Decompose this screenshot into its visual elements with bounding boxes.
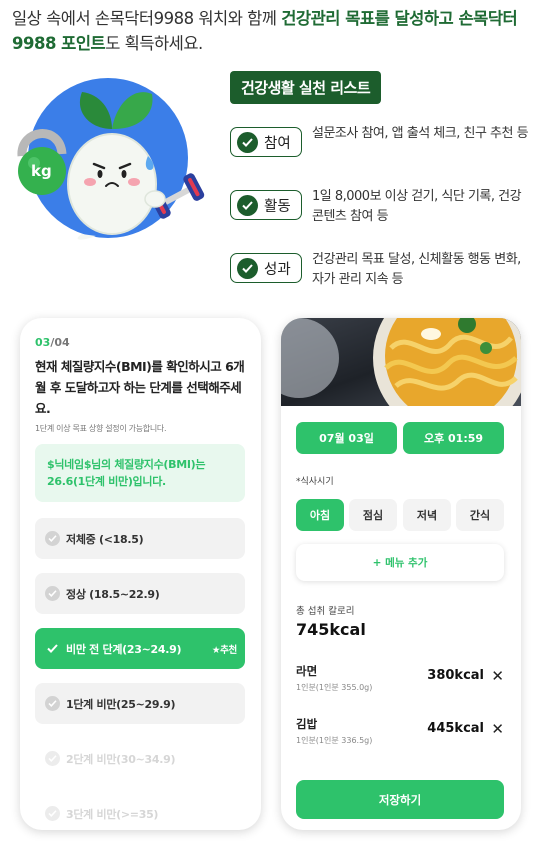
practice-description: 1일 8,000보 이상 걷기, 식단 기록, 건강 콘텐츠 참여 등 [312, 189, 522, 224]
remove-food-icon[interactable]: ✕ [491, 720, 504, 738]
bmi-goal-screen: 03/04 현재 체질량지수(BMI)를 확인하시고 6개월 후 도달하고자 하… [20, 318, 261, 830]
check-icon [45, 806, 60, 821]
check-icon [237, 131, 258, 153]
step-current: 03 [35, 336, 51, 349]
bmi-option-label: 저체중 (<18.5) [66, 532, 144, 546]
bmi-option-label: 1단계 비만(25~29.9) [66, 697, 176, 711]
check-icon [45, 641, 60, 656]
check-icon [45, 586, 60, 601]
save-button[interactable]: 저장하기 [296, 780, 504, 819]
bmi-subtext: 1단계 이상 목표 상향 설정이 가능합니다. [35, 424, 167, 433]
bmi-option-label: 2단계 비만(30~34.9) [66, 752, 176, 766]
bmi-option-normal[interactable]: 정상 (18.5~22.9) [35, 573, 245, 614]
ramen-photo [281, 318, 521, 406]
practice-badge-label: 활동 [264, 198, 291, 215]
practice-badge: 참여 [230, 127, 302, 157]
check-icon [237, 257, 258, 279]
total-calorie-label: 총 섭취 칼로리 [296, 606, 355, 617]
practice-description: 건강관리 목표 달성, 신체활동 행동 변화, 자가 관리 지속 등 [312, 252, 521, 287]
intro-text: 일상 속에서 손목닥터9988 워치와 함께 건강관리 목표를 달성하고 손목닥… [12, 6, 537, 56]
practice-badge: 활동 [230, 190, 302, 220]
bmi-option-obese-3: 3단계 비만(>=35) [35, 793, 245, 830]
meal-tab-snack[interactable]: 간식 [456, 499, 504, 531]
check-icon [237, 194, 258, 216]
date-picker-button[interactable]: 07월 03일 [296, 422, 397, 454]
food-kcal: 445kcal [427, 721, 484, 736]
practice-description: 설문조사 참여, 앱 출석 체크, 친구 추천 등 [312, 126, 529, 141]
bmi-question: 현재 체질량지수(BMI)를 확인하시고 6개월 후 도달하고자 하는 단계를 … [35, 359, 245, 416]
meal-tab-breakfast[interactable]: 아침 [296, 499, 344, 531]
bmi-option-underweight[interactable]: 저체중 (<18.5) [35, 518, 245, 559]
add-menu-button[interactable]: + 메뉴 추가 [296, 544, 504, 581]
food-portion: 1인분(1인분 336.5g) [296, 736, 373, 745]
recommend-badge: ★추천 [211, 644, 237, 656]
practice-list-title: 건강생활 실천 리스트 [230, 71, 382, 104]
bmi-option-label: 3단계 비만(>=35) [66, 807, 159, 821]
bmi-option-obese-2: 2단계 비만(30~34.9) [35, 738, 245, 779]
radish-mascot-icon [17, 92, 205, 240]
meal-tab-lunch[interactable]: 점심 [349, 499, 397, 531]
bmi-option-obese-1[interactable]: 1단계 비만(25~29.9) [35, 683, 245, 724]
food-name: 김밥 [296, 717, 318, 731]
food-kcal: 380kcal [427, 668, 484, 683]
intro-part2: 도 획득하세요. [105, 34, 203, 53]
meal-log-screen: 07월 03일 오후 01:59 *식사시기 아침 점심 저녁 간식 + 메뉴 … [281, 318, 521, 830]
kettlebell-label: kg [31, 162, 52, 180]
bmi-option-label: 정상 (18.5~22.9) [66, 587, 160, 601]
bmi-notice: $닉네임$님의 체질량지수(BMI)는 26.6(1단계 비만)입니다. [35, 444, 245, 502]
check-icon [45, 696, 60, 711]
meal-tab-dinner[interactable]: 저녁 [403, 499, 451, 531]
step-indicator: 03/04 [35, 336, 70, 349]
food-portion: 1인분(1인분 355.0g) [296, 683, 373, 692]
step-total: /04 [50, 336, 70, 349]
remove-food-icon[interactable]: ✕ [491, 667, 504, 685]
meal-time-label: *식사시기 [296, 477, 334, 487]
hero-illustration: kg [12, 74, 212, 244]
food-name: 라면 [296, 664, 318, 678]
practice-badge: 성과 [230, 253, 302, 283]
practice-badge-label: 참여 [264, 135, 291, 152]
bmi-option-label: 비만 전 단계(23~24.9) [66, 642, 182, 656]
practice-badge-label: 성과 [264, 261, 291, 278]
bmi-option-preobese[interactable]: 비만 전 단계(23~24.9) ★추천 [35, 628, 245, 669]
check-icon [45, 531, 60, 546]
intro-part1: 일상 속에서 손목닥터9988 워치와 함께 [12, 9, 282, 28]
check-icon [45, 751, 60, 766]
total-calorie-value: 745kcal [296, 620, 366, 639]
time-picker-button[interactable]: 오후 01:59 [403, 422, 504, 454]
